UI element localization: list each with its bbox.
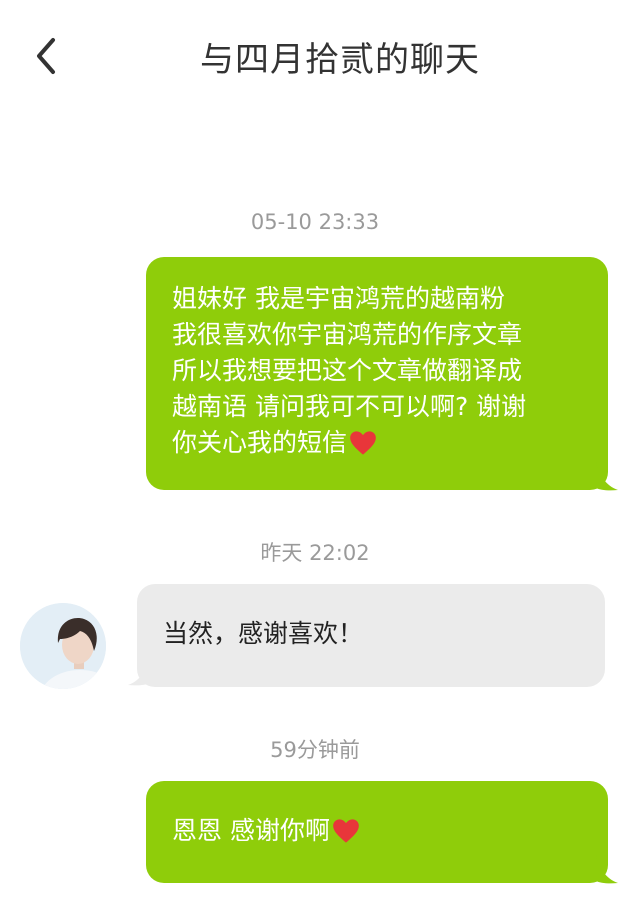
message-text-line: 所以我想要把这个文章做翻译成 bbox=[172, 356, 523, 385]
avatar-image bbox=[20, 603, 106, 689]
message-text-line: 我很喜欢你宇宙鸿荒的作序文章 bbox=[172, 320, 523, 349]
message-timestamp: 59分钟前 bbox=[270, 738, 360, 762]
avatar[interactable] bbox=[20, 603, 106, 689]
message-text-line: 姐妹好 我是宇宙鸿荒的越南粉 bbox=[172, 284, 505, 313]
chevron-left-icon bbox=[37, 38, 55, 74]
heart-icon bbox=[350, 431, 376, 455]
message-timestamp: 05-10 23:33 bbox=[250, 210, 380, 234]
heart-icon bbox=[333, 819, 359, 843]
bubble-tail bbox=[596, 462, 618, 491]
message-text-line: 恩恩 感谢你啊 bbox=[172, 813, 590, 849]
outgoing-message-bubble[interactable]: 恩恩 感谢你啊 bbox=[146, 781, 608, 883]
message-text: 你关心我的短信 bbox=[172, 428, 348, 457]
bubble-tail bbox=[128, 657, 150, 686]
message-text: 恩恩 感谢你啊 bbox=[172, 816, 330, 845]
back-button[interactable] bbox=[22, 30, 70, 82]
outgoing-message-bubble[interactable]: 姐妹好 我是宇宙鸿荒的越南粉 我很喜欢你宇宙鸿荒的作序文章 所以我想要把这个文章… bbox=[146, 257, 608, 490]
incoming-message-bubble[interactable]: 当然，感谢喜欢！ bbox=[137, 584, 605, 687]
chat-header: 与四月拾贰的聊天 bbox=[0, 0, 630, 110]
message-text-line: 当然，感谢喜欢！ bbox=[163, 619, 364, 648]
message-text-line: 你关心我的短信 bbox=[172, 425, 590, 461]
chat-title: 与四月拾贰的聊天 bbox=[200, 40, 480, 80]
bubble-tail bbox=[596, 855, 618, 884]
message-text-line: 越南语 请问我可不可以啊? 谢谢 bbox=[172, 392, 527, 421]
message-timestamp: 昨天 22:02 bbox=[260, 541, 370, 565]
